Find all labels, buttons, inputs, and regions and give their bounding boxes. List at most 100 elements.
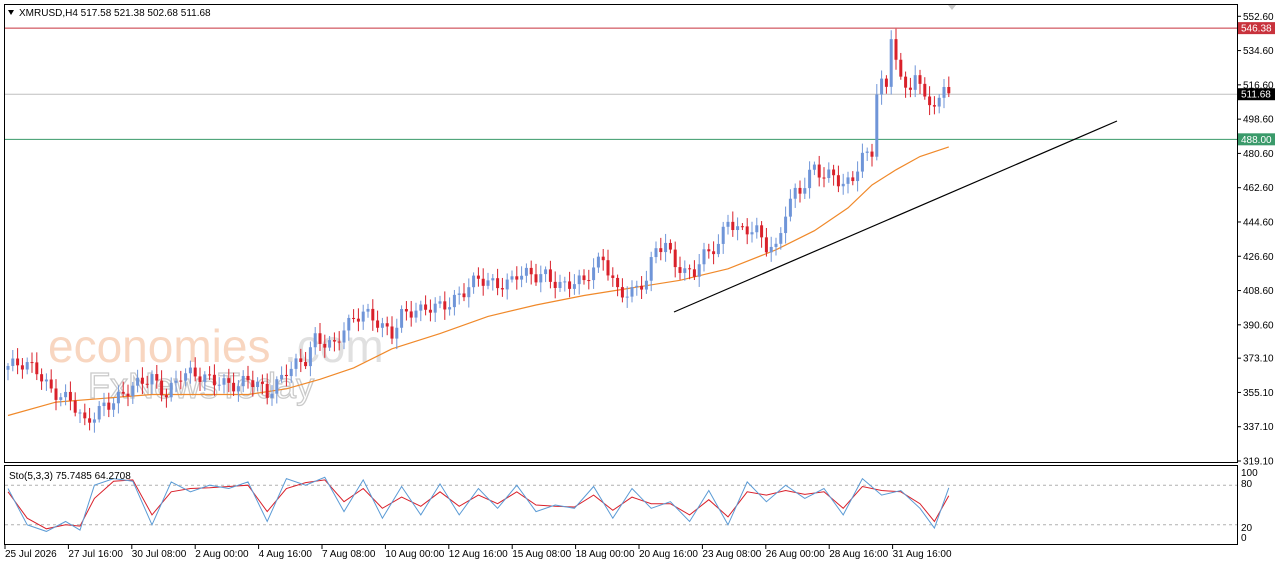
candle-body [827,169,831,179]
candle-body [784,216,788,234]
candle-body [491,278,495,281]
candle-body [769,246,773,253]
candle-body [851,177,855,182]
candle-body [313,333,317,348]
x-tick-label: 28 Aug 16:00 [829,549,888,560]
candle-body [150,374,154,385]
candle-body [112,403,116,410]
candle-body [577,275,581,285]
candle-body [836,175,840,187]
candle-body [78,412,82,414]
candle-body [188,367,192,374]
candle-body [678,267,682,273]
candle-body [280,374,284,380]
candle-body [928,96,932,106]
candle-body [308,347,312,367]
candle-body [832,169,836,176]
candle-body [803,188,807,194]
symbol-line: XMRUSD,H4 517.58 521.38 502.68 511.68 [19,8,211,19]
candle-body [707,249,711,252]
y-tick-label: 534.60 [1243,46,1274,57]
stochastic-axis: 100 80 20 0 [1241,468,1258,544]
y-tick-label: 462.60 [1243,183,1274,194]
candle-body [683,268,687,273]
candle-body [179,380,183,382]
candle-body [376,320,380,328]
candle-body [904,76,908,88]
candle-body [400,309,404,328]
candle-body [496,278,500,289]
candle-body [942,86,946,98]
candle-body [721,226,725,244]
candle-body [270,393,274,398]
candle-body [328,340,332,348]
trading-chart[interactable]: economies .com FxNewsToday XMRUSD,H4 517… [0,0,1280,567]
candle-body [68,391,72,401]
candle-body [553,281,557,288]
candle-body [54,388,58,400]
candle-body [361,311,365,322]
time-axis[interactable]: 25 Jul 2026 27 Jul 16:00 30 Jul 08:00 2 Aug… [4,545,952,560]
candle-body [932,105,936,107]
candle-body [865,151,869,153]
candle-body [208,374,212,376]
candle-body [913,75,917,90]
candle-body [419,304,423,311]
candle-body [299,358,303,363]
candle-body [131,385,135,397]
support-tag: 488.00 [1238,133,1275,146]
candle-body [404,309,408,312]
y-tick-label: 552.60 [1243,12,1274,23]
candle-body [822,177,826,179]
candle-body [232,382,236,392]
candle-body [217,384,221,386]
candle-body [102,402,106,407]
y-tick-label: 480.60 [1243,149,1274,160]
candle-body [793,187,797,199]
y-tick-label: 319.10 [1243,457,1274,468]
candle-body [241,375,245,387]
candle-body [169,382,173,398]
candle-body [136,377,140,386]
candle-body [544,269,548,275]
candle-body [73,400,77,413]
x-tick-label: 2 Aug 00:00 [195,549,249,560]
x-tick-label: 31 Aug 16:00 [893,549,952,560]
candle-body [236,386,240,392]
candle-body [808,169,812,189]
candle-body [548,269,552,282]
x-tick-label: 27 Jul 16:00 [68,549,123,560]
candle-body [788,198,792,217]
candle-body [265,383,269,398]
candle-body [414,310,418,318]
candle-body [500,288,504,290]
price-axis[interactable]: 552.60534.60516.60498.60480.60462.60444.… [1237,12,1274,468]
x-tick-label: 7 Aug 08:00 [322,549,376,560]
candle-body [385,323,389,327]
candle-body [875,94,879,157]
candle-body [83,412,87,419]
candle-body [40,374,44,382]
candle-body [35,362,39,375]
candle-body [145,383,149,385]
candle-body [395,327,399,339]
candle-body [779,233,783,244]
candle-body [582,275,586,281]
candle-body [337,341,341,343]
x-tick-label: 25 Jul 2026 [5,549,57,560]
resistance-tag: 546.38 [1238,22,1275,35]
x-tick-label: 10 Aug 00:00 [385,549,444,560]
candle-body [366,308,370,312]
candle-body [121,391,125,394]
candle-body [817,164,821,178]
candle-body [275,379,279,394]
y-tick-label: 498.60 [1243,115,1274,126]
resistance-tag-label: 546.38 [1241,24,1272,35]
candle-body [342,330,346,343]
candle-body [452,294,456,308]
candle-body [11,358,15,366]
candle-body [174,380,178,383]
candle-body [486,280,490,286]
candle-body [246,375,250,381]
candle-body [712,251,716,255]
